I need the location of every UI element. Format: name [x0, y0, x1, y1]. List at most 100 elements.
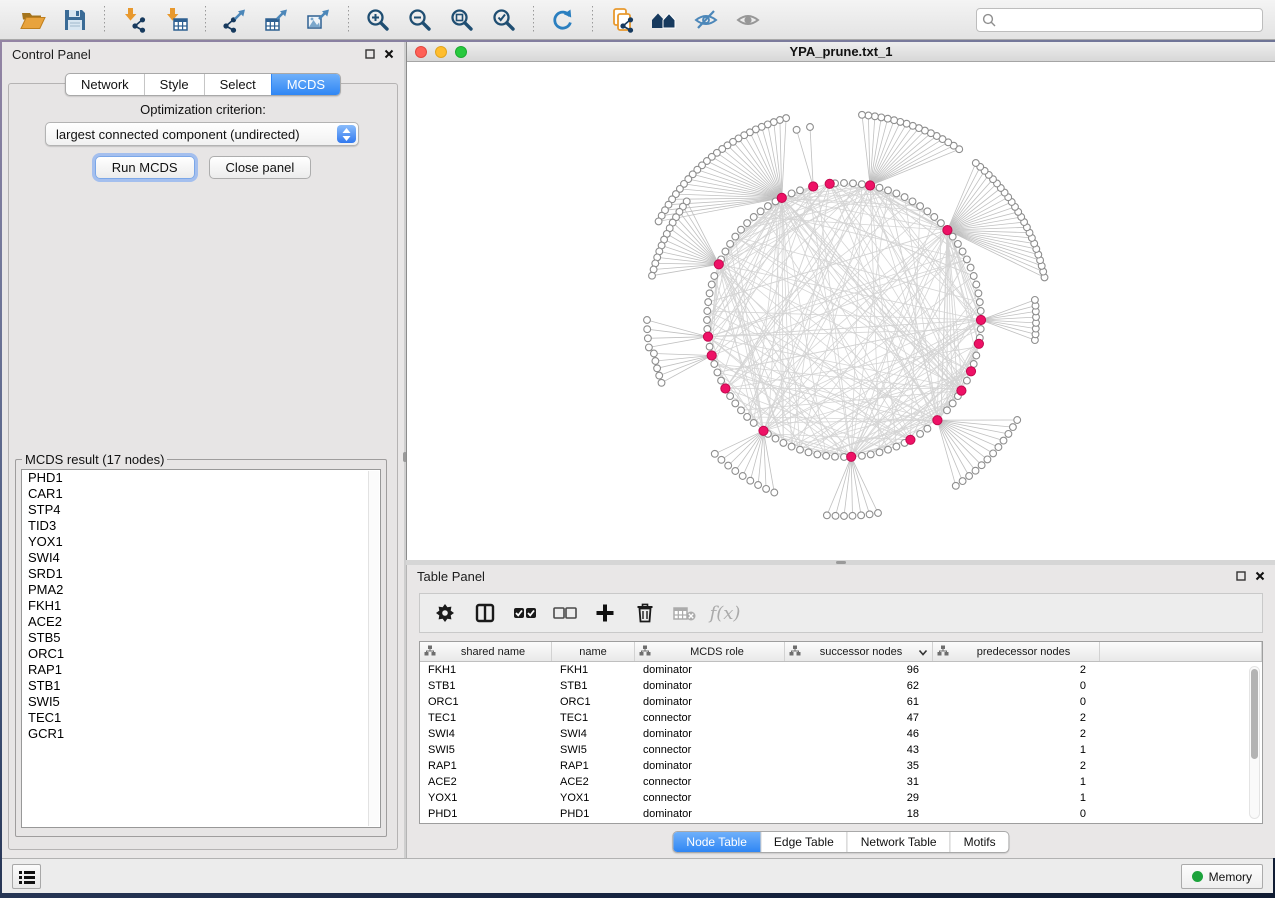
network-canvas[interactable] [407, 62, 1275, 560]
float-panel-icon[interactable] [1236, 571, 1246, 581]
mcds-result-group: MCDS result (17 nodes) PHD1CAR1STP4TID3Y… [15, 452, 387, 837]
select-all-icon[interactable] [510, 598, 540, 628]
list-scrollbar[interactable] [368, 471, 379, 826]
table-row[interactable]: PHD1PHD1dominator180 [420, 806, 1262, 822]
table-row[interactable]: FKH1FKH1dominator962 [420, 662, 1262, 678]
add-column-icon[interactable] [590, 598, 620, 628]
cell-mcds-role: connector [635, 744, 785, 756]
criterion-selected-value: largest connected component (undirected) [56, 127, 300, 142]
clone-network-icon[interactable] [605, 4, 639, 36]
column-header-name[interactable]: name [552, 642, 635, 661]
cell-shared-name: FKH1 [420, 664, 552, 676]
zoom-out-icon[interactable] [403, 4, 437, 36]
cell-successor-nodes: 46 [785, 728, 933, 740]
close-panel-button[interactable]: Close panel [209, 156, 312, 179]
scrollbar-thumb[interactable] [1251, 669, 1258, 759]
import-network-icon[interactable] [117, 4, 151, 36]
memory-button[interactable]: Memory [1181, 864, 1263, 889]
hide-selected-icon[interactable] [689, 4, 723, 36]
search-input[interactable] [976, 8, 1263, 32]
table-row[interactable]: SWI5SWI5connector431 [420, 742, 1262, 758]
table-scrollbar[interactable] [1249, 666, 1260, 819]
mcds-result-list[interactable]: PHD1CAR1STP4TID3YOX1SWI4SRD1PMA2FKH1ACE2… [21, 469, 381, 828]
mcds-result-item[interactable]: YOX1 [22, 534, 380, 550]
search-icon [982, 13, 996, 32]
export-image-icon[interactable] [302, 4, 336, 36]
mcds-result-item[interactable]: STP4 [22, 502, 380, 518]
refresh-icon[interactable] [546, 4, 580, 36]
show-all-icon[interactable] [731, 4, 765, 36]
tab-network-table[interactable]: Network Table [847, 832, 950, 852]
toolbar-separator [205, 6, 206, 34]
export-table-icon[interactable] [260, 4, 294, 36]
table-row[interactable]: YOX1YOX1connector291 [420, 790, 1262, 806]
zoom-in-icon[interactable] [361, 4, 395, 36]
cell-shared-name: YOX1 [420, 792, 552, 804]
cell-predecessor-nodes: 0 [933, 680, 1100, 692]
column-header-mcds-role[interactable]: MCDS role [635, 642, 785, 661]
zoom-fit-icon[interactable] [445, 4, 479, 36]
mcds-result-item[interactable]: PMA2 [22, 582, 380, 598]
mcds-result-item[interactable]: TID3 [22, 518, 380, 534]
cell-name: ORC1 [552, 696, 635, 708]
deselect-all-icon[interactable] [550, 598, 580, 628]
first-neighbors-icon[interactable] [647, 4, 681, 36]
tab-style[interactable]: Style [144, 74, 204, 95]
tab-mcds[interactable]: MCDS [271, 74, 340, 95]
criterion-select[interactable]: largest connected component (undirected) [45, 122, 359, 146]
column-header-shared-name[interactable]: shared name [420, 642, 552, 661]
close-panel-icon[interactable] [384, 49, 394, 59]
network-window-titlebar[interactable]: YPA_prune.txt_1 [407, 42, 1275, 62]
mcds-result-item[interactable]: PHD1 [22, 470, 380, 486]
toolbar-separator [104, 6, 105, 34]
export-network-icon[interactable] [218, 4, 252, 36]
node-table: shared name nameMCDS rolesuccessor nodesp… [419, 641, 1263, 824]
tab-motifs[interactable]: Motifs [950, 832, 1009, 852]
run-mcds-button[interactable]: Run MCDS [95, 156, 195, 179]
open-file-icon[interactable] [16, 4, 50, 36]
float-panel-icon[interactable] [365, 49, 375, 59]
table-row[interactable]: RAP1RAP1dominator352 [420, 758, 1262, 774]
toolbar-separator [533, 6, 534, 34]
column-label: shared name [439, 646, 547, 658]
tab-node-table[interactable]: Node Table [673, 832, 760, 852]
mcds-result-item[interactable]: RAP1 [22, 662, 380, 678]
mcds-result-item[interactable]: ORC1 [22, 646, 380, 662]
mcds-result-item[interactable]: ACE2 [22, 614, 380, 630]
tab-select[interactable]: Select [204, 74, 271, 95]
tab-network[interactable]: Network [66, 74, 144, 95]
table-row[interactable]: ORC1ORC1dominator610 [420, 694, 1262, 710]
tab-edge-table[interactable]: Edge Table [760, 832, 847, 852]
import-table-icon[interactable] [159, 4, 193, 36]
show-panels-list-button[interactable] [12, 864, 41, 889]
splitter-grip-icon[interactable] [836, 561, 846, 564]
mcds-result-item[interactable]: TEC1 [22, 710, 380, 726]
mcds-result-item[interactable]: STB1 [22, 678, 380, 694]
mcds-result-item[interactable]: FKH1 [22, 598, 380, 614]
function-builder-icon: f(x) [710, 598, 740, 628]
cell-mcds-role: connector [635, 776, 785, 788]
column-header-successor-nodes[interactable]: successor nodes [785, 642, 933, 661]
table-row[interactable]: ACE2ACE2connector311 [420, 774, 1262, 790]
show-columns-icon[interactable] [470, 598, 500, 628]
mcds-result-item[interactable]: CAR1 [22, 486, 380, 502]
cell-successor-nodes: 31 [785, 776, 933, 788]
toolbar-separator [592, 6, 593, 34]
delete-column-icon[interactable] [630, 598, 660, 628]
column-header-predecessor-nodes[interactable]: predecessor nodes [933, 642, 1100, 661]
save-icon[interactable] [58, 4, 92, 36]
close-panel-icon[interactable] [1255, 571, 1265, 581]
settings-icon[interactable] [430, 598, 460, 628]
cell-name: YOX1 [552, 792, 635, 804]
mcds-result-item[interactable]: GCR1 [22, 726, 380, 742]
table-row[interactable]: STB1STB1dominator620 [420, 678, 1262, 694]
zoom-selected-icon[interactable] [487, 4, 521, 36]
cell-successor-nodes: 47 [785, 712, 933, 724]
table-row[interactable]: TEC1TEC1connector472 [420, 710, 1262, 726]
mcds-result-item[interactable]: SWI5 [22, 694, 380, 710]
cell-successor-nodes: 43 [785, 744, 933, 756]
mcds-result-item[interactable]: SWI4 [22, 550, 380, 566]
mcds-result-item[interactable]: SRD1 [22, 566, 380, 582]
table-row[interactable]: SWI4SWI4dominator462 [420, 726, 1262, 742]
mcds-result-item[interactable]: STB5 [22, 630, 380, 646]
